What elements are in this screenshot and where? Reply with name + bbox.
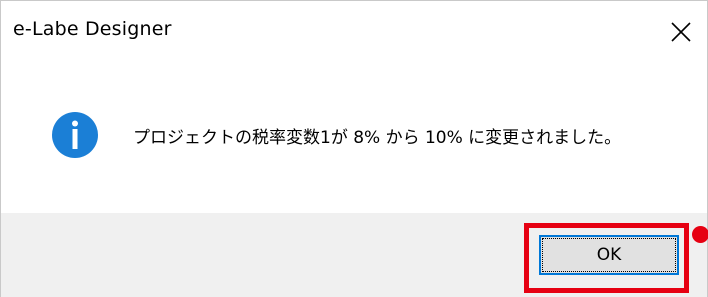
dialog-message: プロジェクトの税率変数1が 8% から 10% に変更されました。 bbox=[133, 128, 622, 148]
info-icon bbox=[52, 112, 98, 158]
annotation-marker bbox=[692, 226, 708, 243]
dialog-content: プロジェクトの税率変数1が 8% から 10% に変更されました。 bbox=[1, 63, 707, 213]
window-title: e-Labe Designer bbox=[13, 18, 172, 40]
message-dialog: e-Labe Designer プロジェクトの税率変数1が 8% から 10% … bbox=[0, 0, 708, 297]
ok-button-label: OK bbox=[596, 245, 622, 265]
close-button[interactable] bbox=[657, 1, 707, 63]
close-icon bbox=[671, 22, 691, 42]
title-bar: e-Labe Designer bbox=[1, 1, 707, 63]
ok-button[interactable]: OK bbox=[539, 235, 679, 275]
dialog-footer: OK bbox=[1, 213, 708, 297]
